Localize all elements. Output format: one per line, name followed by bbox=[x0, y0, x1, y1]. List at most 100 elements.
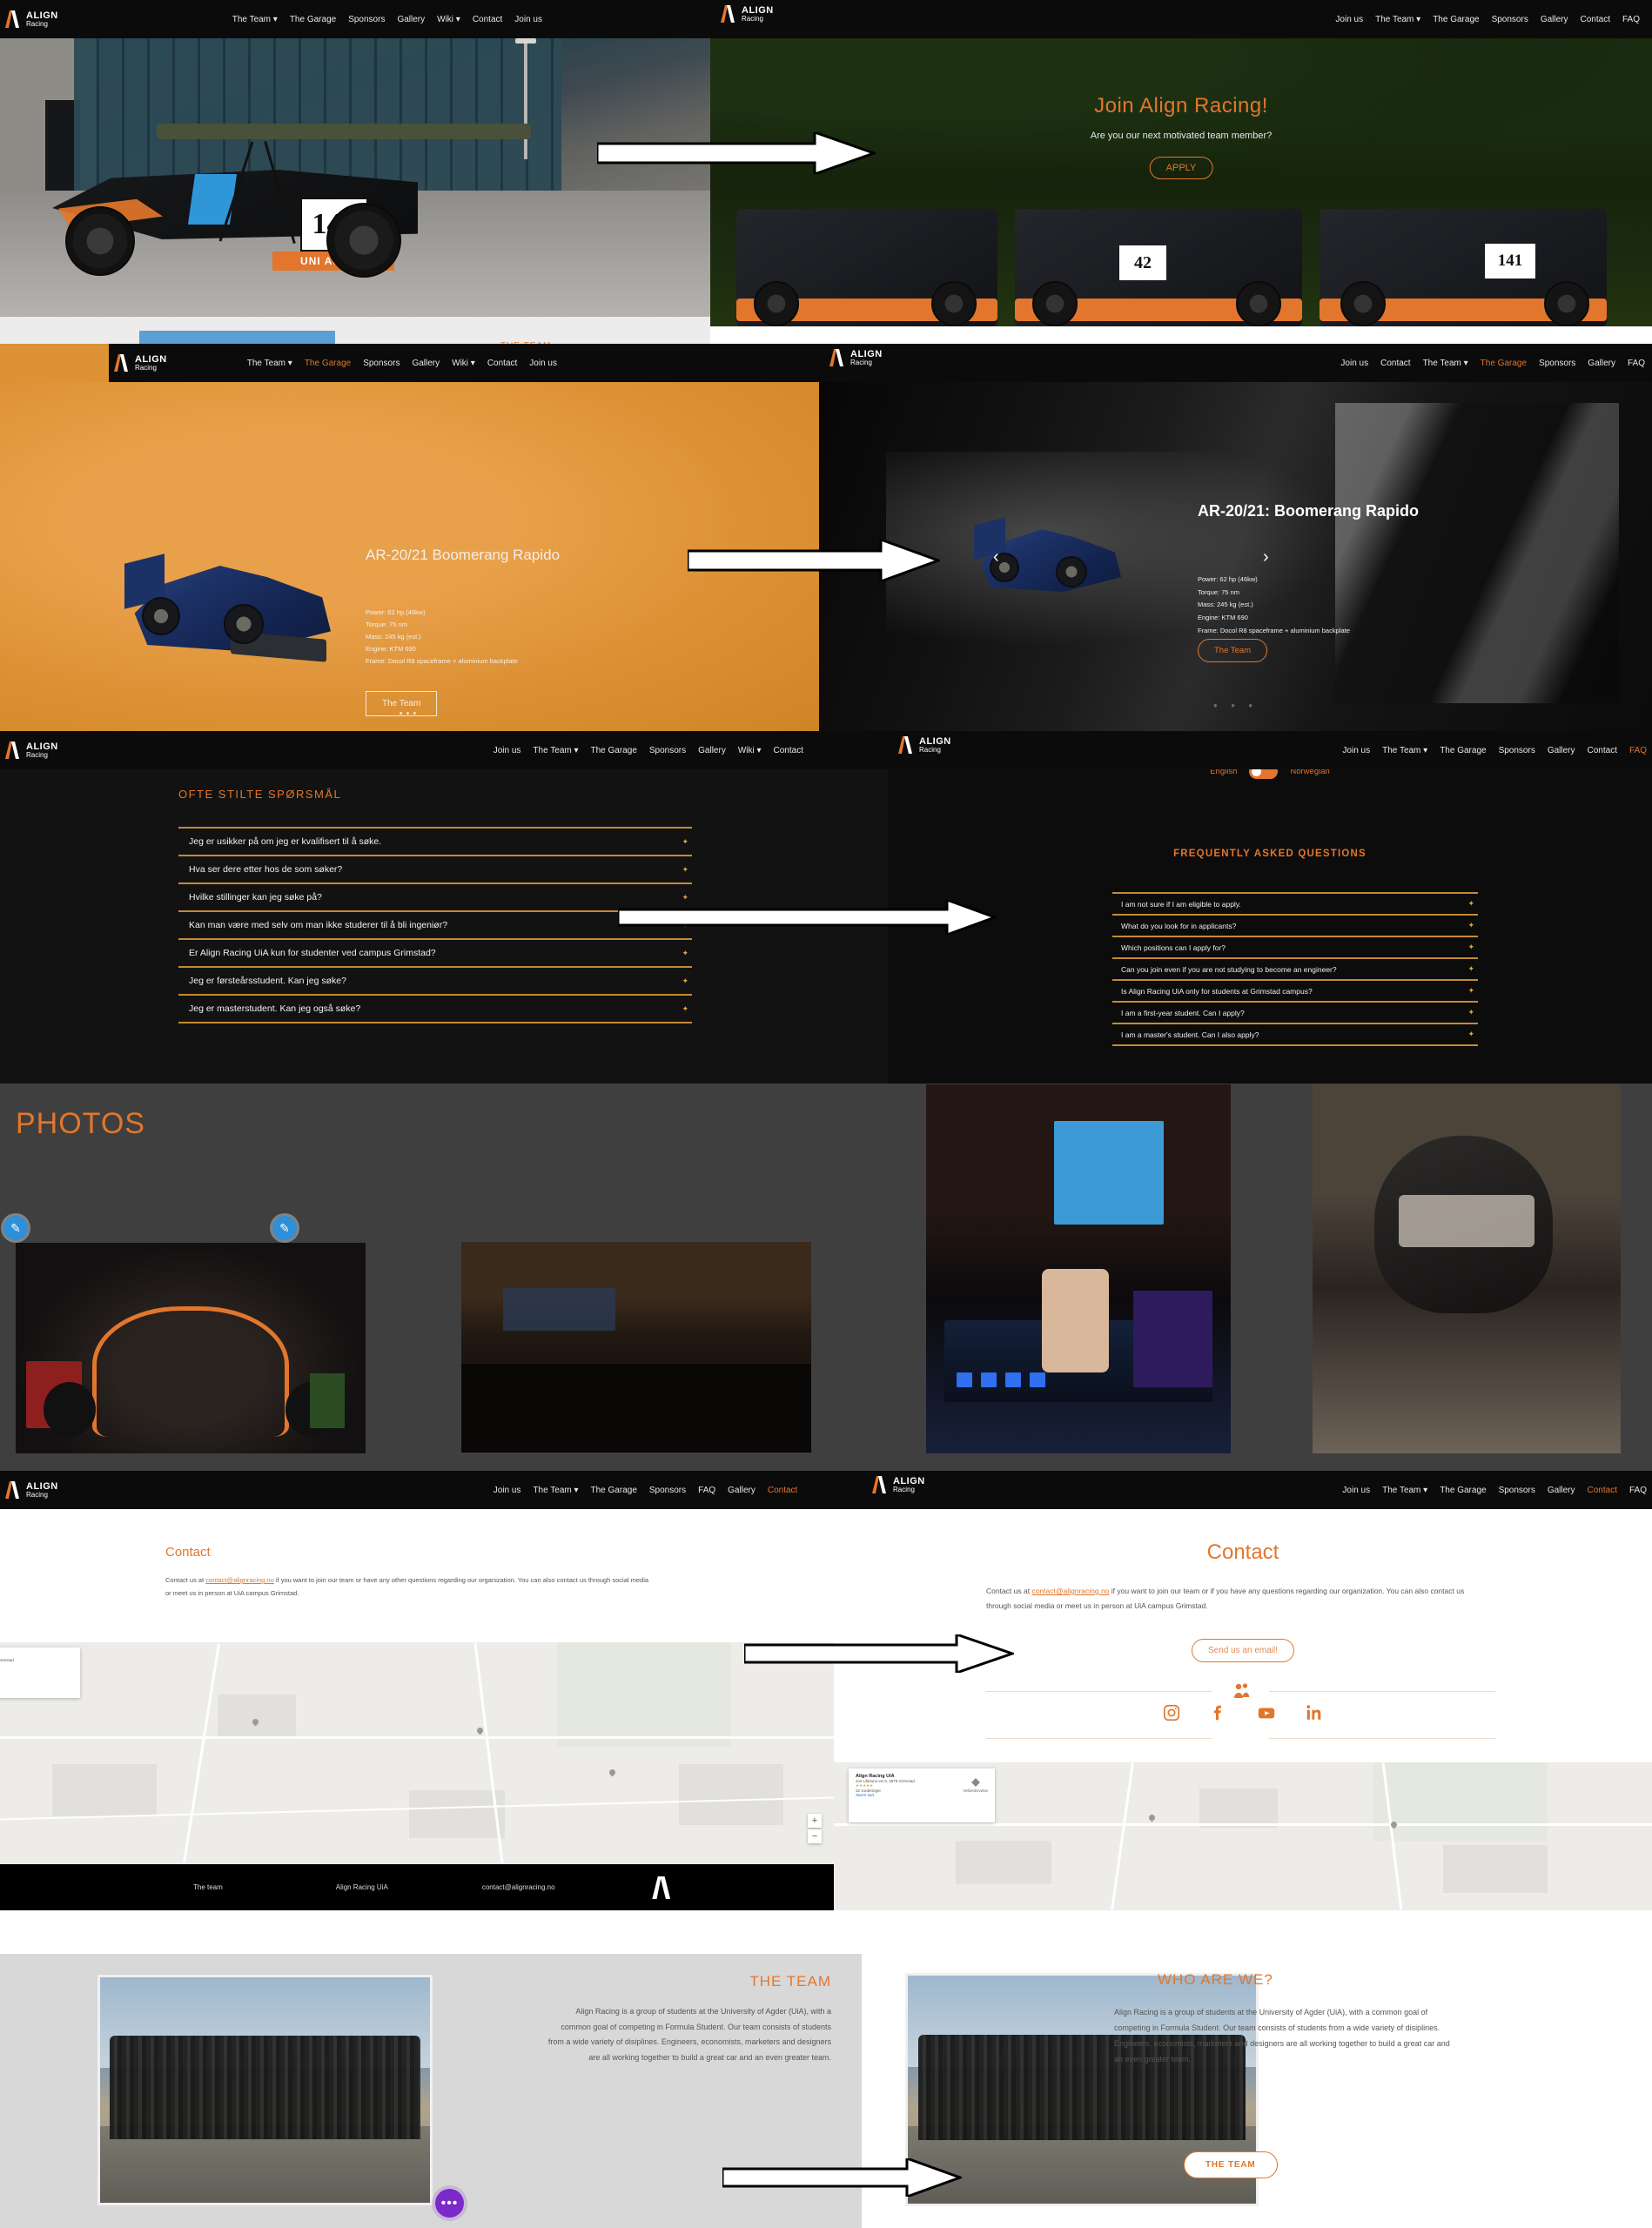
faq-expand-icon[interactable]: ✦ bbox=[1467, 899, 1474, 909]
navbar-garage-new[interactable]: ALIGN Racing Join us Contact The Team ▾ The … bbox=[819, 344, 1652, 382]
navlink-gallery[interactable]: Gallery bbox=[1541, 15, 1568, 24]
navlink-faq[interactable]: FAQ bbox=[698, 1486, 715, 1495]
navlinks-old[interactable]: The Team ▾ The Garage Sponsors Gallery Wiki … bbox=[232, 15, 542, 24]
map-zoom-out-old[interactable]: − bbox=[808, 1829, 822, 1843]
navlink-join-us[interactable]: Join us bbox=[494, 746, 521, 755]
footer-link-org[interactable]: Align Racing UiA bbox=[336, 1883, 388, 1891]
chat-widget-button[interactable]: ••• bbox=[435, 2189, 464, 2218]
navlink-contact[interactable]: Contact bbox=[473, 15, 502, 24]
send-email-button[interactable]: Send us an email! bbox=[1191, 1639, 1295, 1662]
logo-garage-new[interactable]: ALIGN Racing bbox=[824, 349, 883, 366]
navlink-contact[interactable]: Contact bbox=[768, 1486, 797, 1495]
navlink-contact[interactable]: Contact bbox=[774, 746, 803, 755]
carousel-dots-new[interactable]: • • • bbox=[819, 699, 1652, 712]
navlinks-new[interactable]: Join us The Team ▾ The Garage Sponsors Galle… bbox=[1335, 15, 1652, 24]
faq-row[interactable]: Jeg er usikker på om jeg er kvalifisert … bbox=[178, 827, 692, 855]
youtube-icon[interactable] bbox=[1256, 1703, 1277, 1722]
navlink-contact[interactable]: Contact bbox=[1581, 15, 1610, 24]
navlink-sponsors[interactable]: Sponsors bbox=[1492, 15, 1528, 24]
team-button-new[interactable]: THE TEAM bbox=[1184, 2151, 1278, 2178]
instagram-icon[interactable] bbox=[1162, 1703, 1181, 1722]
logo-faq-new[interactable]: ALIGN Racing bbox=[893, 736, 951, 754]
navlink-contact[interactable]: Contact bbox=[1588, 746, 1617, 755]
faq-expand-icon[interactable]: ✦ bbox=[682, 865, 688, 875]
navlinks-faq-new[interactable]: Join us The Team ▾ The Garage Sponsors Galle… bbox=[1342, 746, 1652, 755]
navbar-garage-old[interactable]: ALIGN Racing The Team ▾ The Garage Sponsors… bbox=[109, 344, 819, 382]
faq-row[interactable]: I am not sure if I am eligible to apply.… bbox=[1112, 892, 1478, 914]
navlink-the-team[interactable]: The Team ▾ bbox=[247, 359, 292, 368]
navlink-join-us[interactable]: Join us bbox=[494, 1486, 521, 1495]
faq-row[interactable]: Hva ser dere etter hos de som søker? ✦ bbox=[178, 855, 692, 882]
faq-expand-icon[interactable]: ✦ bbox=[682, 837, 688, 847]
navlinks-garage-old[interactable]: The Team ▾ The Garage Sponsors Gallery Wiki … bbox=[247, 359, 557, 368]
faq-expand-icon[interactable]: ✦ bbox=[682, 976, 688, 986]
logo-garage-old[interactable]: ALIGN Racing bbox=[109, 354, 167, 372]
logo-old[interactable]: ALIGN Racing bbox=[0, 10, 58, 28]
faq-expand-icon[interactable]: ✦ bbox=[1467, 1030, 1474, 1039]
navlink-gallery[interactable]: Gallery bbox=[1548, 1486, 1575, 1495]
navlink-join-us[interactable]: Join us bbox=[1342, 1486, 1370, 1495]
faq-row[interactable]: I am a master's student. Can I also appl… bbox=[1112, 1023, 1478, 1046]
navlink-sponsors[interactable]: Sponsors bbox=[1499, 746, 1535, 755]
faq-row[interactable]: Kan man være med selv om man ikke studer… bbox=[178, 910, 692, 938]
contact-email-link-old[interactable]: contact@alignracing.no bbox=[205, 1576, 274, 1584]
faq-list-no[interactable]: Jeg er usikker på om jeg er kvalifisert … bbox=[178, 827, 692, 1023]
navlink-faq[interactable]: FAQ bbox=[1628, 359, 1645, 368]
contact-email-link-new[interactable]: contact@alignracing.no bbox=[1031, 1587, 1109, 1595]
navbar-new[interactable]: ALIGN Racing Join us The Team ▾ The Garage S… bbox=[710, 0, 1652, 38]
navlink-sponsors[interactable]: Sponsors bbox=[363, 359, 400, 368]
navlink-the-garage[interactable]: The Garage bbox=[290, 15, 336, 24]
edit-pencil-icon-1[interactable]: ✎ bbox=[3, 1216, 28, 1240]
navlink-gallery[interactable]: Gallery bbox=[1548, 746, 1575, 755]
social-links[interactable] bbox=[834, 1703, 1652, 1722]
navlink-join-us[interactable]: Join us bbox=[1342, 746, 1370, 755]
faq-expand-icon[interactable]: ✦ bbox=[1467, 943, 1474, 952]
photo-thumb-2[interactable] bbox=[461, 1242, 811, 1453]
navlink-gallery[interactable]: Gallery bbox=[1588, 359, 1615, 368]
map-larger-link-new[interactable]: Større kart bbox=[856, 1793, 988, 1797]
carousel-dots-old[interactable]: ••• bbox=[0, 708, 819, 719]
navlink-sponsors[interactable]: Sponsors bbox=[348, 15, 385, 24]
navlink-the-team[interactable]: The Team ▾ bbox=[1423, 359, 1468, 368]
faq-expand-icon[interactable]: ✦ bbox=[1467, 1008, 1474, 1017]
logo-new[interactable]: ALIGN Racing bbox=[715, 5, 774, 23]
navlinks-contact-new[interactable]: Join us The Team ▾ The Garage Sponsors Galle… bbox=[1342, 1486, 1652, 1495]
navlink-contact[interactable]: Contact bbox=[1380, 359, 1410, 368]
faq-expand-icon[interactable]: ✦ bbox=[1467, 986, 1474, 996]
navbar-contact-new[interactable]: ALIGN Racing Join us The Team ▾ The Garage S… bbox=[862, 1471, 1652, 1509]
navlink-join-us[interactable]: Join us bbox=[1340, 359, 1368, 368]
map-larger-link-old[interactable]: Større kart bbox=[0, 1672, 73, 1676]
photo-thumb-4[interactable] bbox=[1313, 1084, 1621, 1453]
navlink-gallery[interactable]: Gallery bbox=[397, 15, 425, 24]
navlink-the-garage[interactable]: The Garage bbox=[1440, 746, 1486, 755]
photo-thumb-3[interactable] bbox=[926, 1084, 1231, 1453]
faq-row[interactable]: Can you join even if you are not studyin… bbox=[1112, 957, 1478, 979]
navlink-sponsors[interactable]: Sponsors bbox=[1499, 1486, 1535, 1495]
faq-list-en[interactable]: I am not sure if I am eligible to apply.… bbox=[1112, 892, 1478, 1046]
navlink-wiki[interactable]: Wiki ▾ bbox=[452, 359, 475, 368]
the-team-button-new[interactable]: The Team bbox=[1198, 639, 1268, 662]
faq-row[interactable]: Is Align Racing UiA only for students at… bbox=[1112, 979, 1478, 1001]
map-zoom-in-old[interactable]: + bbox=[808, 1814, 822, 1828]
navlink-sponsors[interactable]: Sponsors bbox=[649, 1486, 686, 1495]
navlink-contact[interactable]: Contact bbox=[1588, 1486, 1617, 1495]
faq-row[interactable]: Which positions can I apply for? ✦ bbox=[1112, 936, 1478, 957]
navlink-the-garage[interactable]: The Garage bbox=[1481, 359, 1527, 368]
facebook-icon[interactable] bbox=[1209, 1703, 1228, 1722]
navbar-contact-old[interactable]: ALIGN Racing Join us The Team ▾ The Garage S… bbox=[0, 1471, 862, 1509]
faq-row[interactable]: Er Align Racing UiA kun for studenter ve… bbox=[178, 938, 692, 966]
navlink-join-us[interactable]: Join us bbox=[1335, 15, 1363, 24]
navlink-the-team[interactable]: The Team ▾ bbox=[1382, 746, 1427, 755]
faq-row[interactable]: Hvilke stillinger kan jeg søke på? ✦ bbox=[178, 882, 692, 910]
map-old[interactable]: Align Racing UiA Jon Lilletuns vei 9, 48… bbox=[0, 1642, 834, 1864]
footer-link-team[interactable]: The team bbox=[193, 1883, 223, 1891]
logo-contact-old[interactable]: ALIGN Racing bbox=[0, 1481, 58, 1499]
navlink-faq[interactable]: FAQ bbox=[1629, 746, 1647, 755]
navbar-faq-new[interactable]: ALIGN Racing Join us The Team ▾ The Garage S… bbox=[888, 731, 1652, 769]
navlink-faq[interactable]: FAQ bbox=[1622, 15, 1640, 24]
faq-expand-icon[interactable]: ✦ bbox=[1467, 964, 1474, 974]
navlink-the-garage[interactable]: The Garage bbox=[305, 359, 351, 368]
navlink-join-us[interactable]: Join us bbox=[514, 15, 542, 24]
navlink-gallery[interactable]: Gallery bbox=[412, 359, 440, 368]
footer-link-email[interactable]: contact@alignracing.no bbox=[482, 1883, 555, 1891]
